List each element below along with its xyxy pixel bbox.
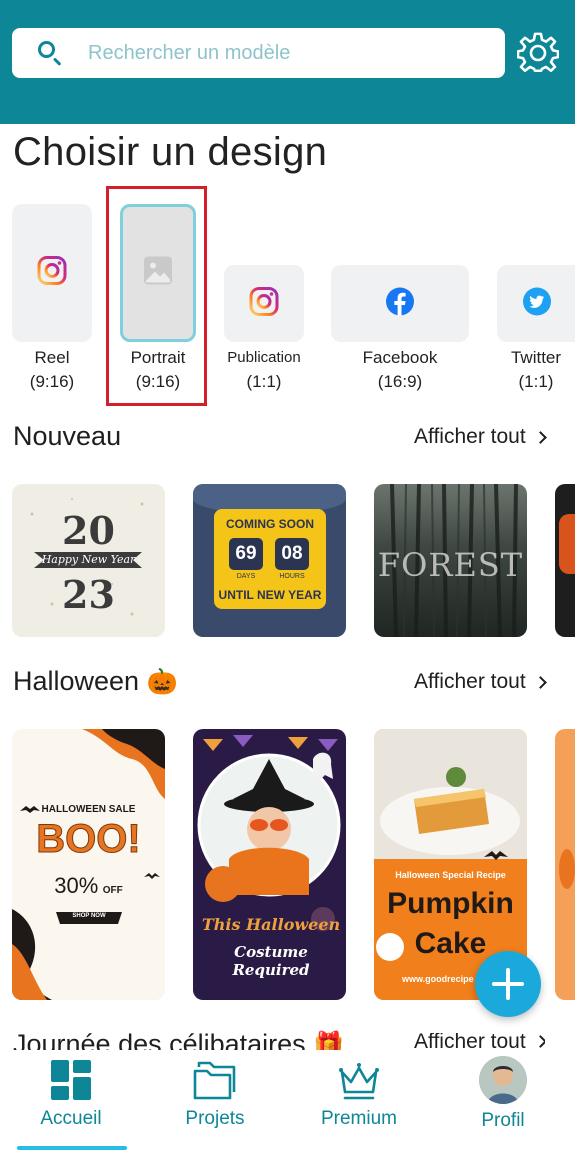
active-tab-indicator xyxy=(17,1146,127,1150)
format-facebook[interactable]: Facebook (16:9) xyxy=(331,265,469,394)
nav-label: Accueil xyxy=(40,1108,102,1129)
see-all-halloween[interactable]: Afficher tout xyxy=(414,670,547,694)
new-year-banner: Happy New Year xyxy=(41,553,136,566)
format-label: Twitter xyxy=(510,348,562,367)
costume-line1: This Halloween xyxy=(201,915,341,934)
shop-now-button: SHOP NOW xyxy=(72,913,106,919)
format-label: Reel xyxy=(34,348,70,367)
sale-discount: 30% OFF xyxy=(12,873,165,899)
countdown-days: 69 xyxy=(229,538,263,570)
sale-off: OFF xyxy=(102,885,123,896)
recipe-title-1: Pumpkin xyxy=(387,887,514,920)
sale-boo: BOO! xyxy=(36,817,141,862)
format-card xyxy=(331,265,469,342)
nav-label: Projets xyxy=(185,1108,245,1129)
app-header: Rechercher un modèle xyxy=(0,0,575,124)
nav-projects[interactable]: Projets xyxy=(155,1058,275,1130)
countdown-days-label: DAYS xyxy=(236,573,256,580)
template-new-year[interactable]: 20 Happy New Year 23 xyxy=(12,484,165,637)
format-reel[interactable]: Reel (9:16) xyxy=(12,204,92,394)
template-partial[interactable] xyxy=(555,729,575,1000)
gift-emoji-icon: 🎁 xyxy=(313,1031,345,1050)
recipe-heading: Halloween Special Recipe xyxy=(395,870,506,880)
bottom-nav: Accueil Projets Premium Profil xyxy=(0,1050,575,1155)
nav-label: Premium xyxy=(320,1108,397,1129)
nav-profile[interactable]: Profil xyxy=(443,1056,563,1132)
countdown-footer: UNTIL NEW YEAR xyxy=(218,588,322,602)
template-costume[interactable]: This Halloween Costume Required xyxy=(193,729,346,1000)
chevron-right-icon xyxy=(533,675,547,689)
nav-label: Profil xyxy=(481,1110,525,1131)
chevron-right-icon xyxy=(533,1035,545,1048)
see-all-label: Afficher tout xyxy=(414,1033,526,1050)
search-input[interactable]: Rechercher un modèle xyxy=(12,28,505,78)
nav-home[interactable]: Accueil xyxy=(11,1058,131,1130)
chevron-right-icon xyxy=(533,430,547,444)
sale-percent: 30% xyxy=(54,873,99,898)
format-card xyxy=(224,265,304,342)
format-twitter[interactable]: Twitter (1:1) xyxy=(497,265,575,394)
section-title-halloween: Halloween 🎃 xyxy=(13,666,178,697)
see-all-singles[interactable]: Afficher tout xyxy=(414,1033,545,1050)
see-all-nouveau[interactable]: Afficher tout xyxy=(414,425,547,449)
nav-premium[interactable]: Premium xyxy=(299,1058,419,1130)
template-halloween-sale[interactable]: HALLOWEEN SALE BOO! 30% OFF SHOP NOW xyxy=(12,729,165,1000)
crown-icon xyxy=(336,1058,382,1102)
see-all-label: Afficher tout xyxy=(414,425,526,448)
search-placeholder: Rechercher un modèle xyxy=(88,41,291,64)
pumpkin-emoji-icon: 🎃 xyxy=(146,668,178,696)
format-ratio: (9:16) xyxy=(29,372,75,391)
sale-heading: HALLOWEEN SALE xyxy=(41,804,136,815)
avatar xyxy=(479,1056,527,1104)
search-icon xyxy=(37,40,63,66)
template-countdown[interactable]: COMING SOON 69 08 DAYS HOURS UNTIL NEW Y… xyxy=(193,484,346,637)
home-grid-icon xyxy=(49,1058,93,1102)
folder-icon xyxy=(192,1058,238,1102)
section-title-singles: Journée des célibataires 🎁 xyxy=(13,1029,344,1050)
instagram-icon xyxy=(249,286,279,321)
format-label: Facebook xyxy=(362,348,438,367)
section-title-text: Halloween xyxy=(13,666,140,696)
facebook-icon xyxy=(386,287,414,320)
format-card xyxy=(12,204,92,342)
gear-icon[interactable] xyxy=(516,32,560,74)
format-publication[interactable]: Publication (1:1) xyxy=(218,265,310,394)
countdown-hours: 08 xyxy=(275,538,309,570)
selection-highlight xyxy=(106,186,207,406)
section-title-text: Journée des célibataires xyxy=(13,1029,306,1050)
countdown-heading: COMING SOON xyxy=(225,517,314,531)
format-ratio: (16:9) xyxy=(377,372,423,391)
costume-line2: Costume Required xyxy=(232,943,310,979)
template-forest[interactable]: FOREST xyxy=(374,484,527,637)
format-card xyxy=(497,265,575,342)
new-year-bottom: 23 xyxy=(62,572,115,617)
section-title-nouveau: Nouveau xyxy=(13,421,122,451)
page-title: Choisir un design xyxy=(13,130,328,174)
countdown-hours-label: HOURS xyxy=(279,573,305,580)
add-button[interactable] xyxy=(475,951,541,1017)
instagram-icon xyxy=(37,256,67,291)
twitter-icon xyxy=(523,287,551,320)
see-all-label: Afficher tout xyxy=(414,670,526,693)
format-ratio: (1:1) xyxy=(246,372,282,391)
forest-title: FOREST xyxy=(377,546,524,584)
format-label: Publication xyxy=(227,349,301,366)
template-food-partial[interactable] xyxy=(555,484,575,637)
new-year-top: 20 xyxy=(62,508,115,553)
format-ratio: (1:1) xyxy=(518,372,554,391)
